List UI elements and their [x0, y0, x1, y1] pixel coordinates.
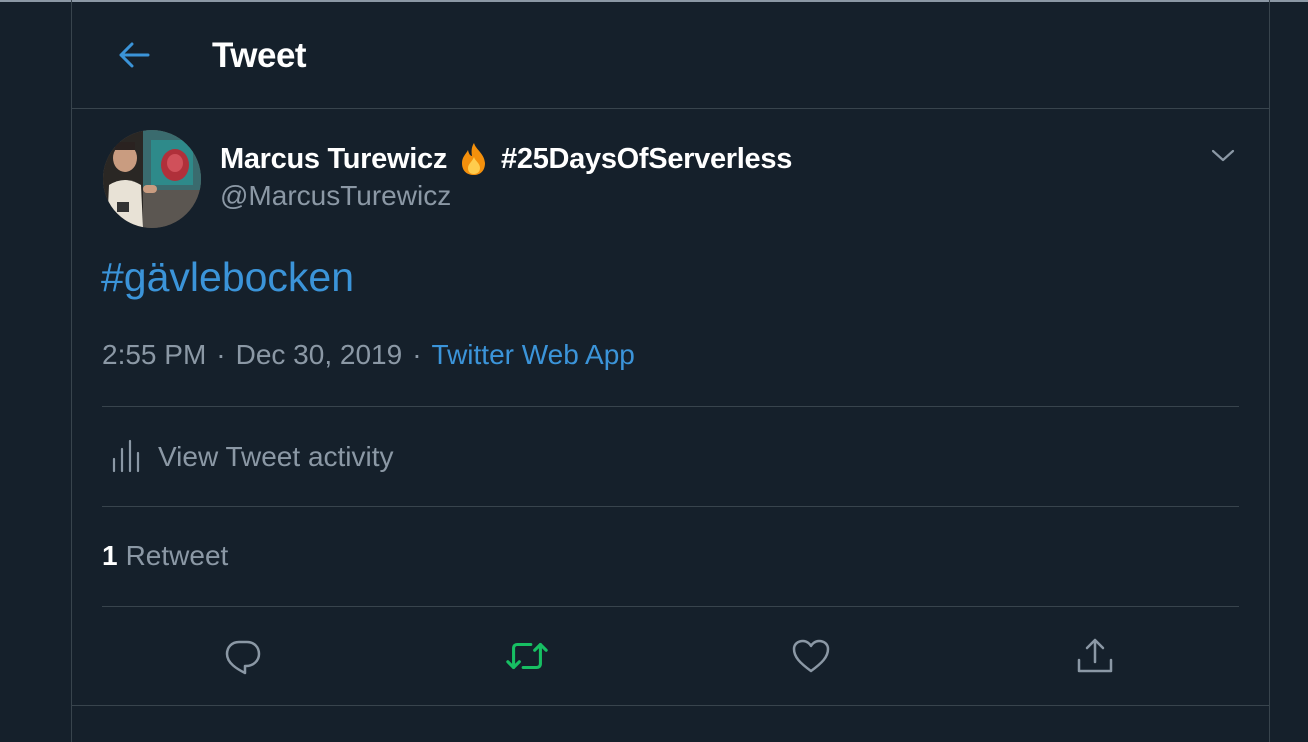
chevron-down-icon: [1211, 149, 1235, 162]
divider: [102, 506, 1239, 507]
tweet-source-link[interactable]: Twitter Web App: [432, 339, 635, 371]
author-display-name[interactable]: Marcus Turewicz: [220, 143, 447, 176]
share-button[interactable]: [1072, 633, 1118, 679]
meta-separator: ·: [216, 339, 226, 370]
retweet-count: 1: [102, 540, 118, 571]
tweet-column: Tweet Marcus Turewicz #25DaysOfServerles…: [71, 0, 1270, 742]
bar-chart-icon: [112, 439, 140, 473]
author-name-hashtag[interactable]: #25DaysOfServerless: [501, 143, 792, 176]
arrow-left-icon: [119, 42, 150, 68]
reply-icon: [225, 640, 261, 675]
author-avatar[interactable]: [103, 130, 201, 228]
more-options-button[interactable]: [1208, 141, 1238, 171]
author-handle[interactable]: @MarcusTurewicz: [220, 180, 451, 212]
author-name-row[interactable]: Marcus Turewicz #25DaysOfServerless: [220, 141, 792, 177]
tweet-meta: 2:55 PM · Dec 30, 2019 · Twitter Web App: [102, 339, 635, 371]
retweets-stat[interactable]: 1 Retweet: [102, 540, 228, 572]
heart-icon: [792, 639, 830, 673]
tweet-time[interactable]: 2:55 PM: [102, 339, 206, 371]
tweet-hashtag-link[interactable]: #gävlebocken: [101, 254, 354, 301]
retweet-button[interactable]: [504, 633, 550, 679]
fire-icon: [457, 141, 491, 177]
retweet-label: Retweet: [125, 540, 229, 571]
tweet-actions-bar: [72, 607, 1269, 705]
retweet-icon: [506, 642, 548, 670]
view-tweet-activity[interactable]: View Tweet activity: [102, 407, 1239, 507]
share-icon: [1077, 638, 1113, 673]
tweet-date[interactable]: Dec 30, 2019: [236, 339, 403, 371]
avatar-image: [103, 130, 201, 228]
divider: [72, 705, 1269, 706]
page-title: Tweet: [212, 36, 307, 75]
meta-separator: ·: [412, 339, 422, 370]
reply-button[interactable]: [220, 633, 266, 679]
view-tweet-activity-label: View Tweet activity: [158, 441, 394, 472]
like-button[interactable]: [788, 633, 834, 679]
page-header: Tweet: [72, 0, 1269, 109]
back-button[interactable]: [108, 33, 160, 77]
